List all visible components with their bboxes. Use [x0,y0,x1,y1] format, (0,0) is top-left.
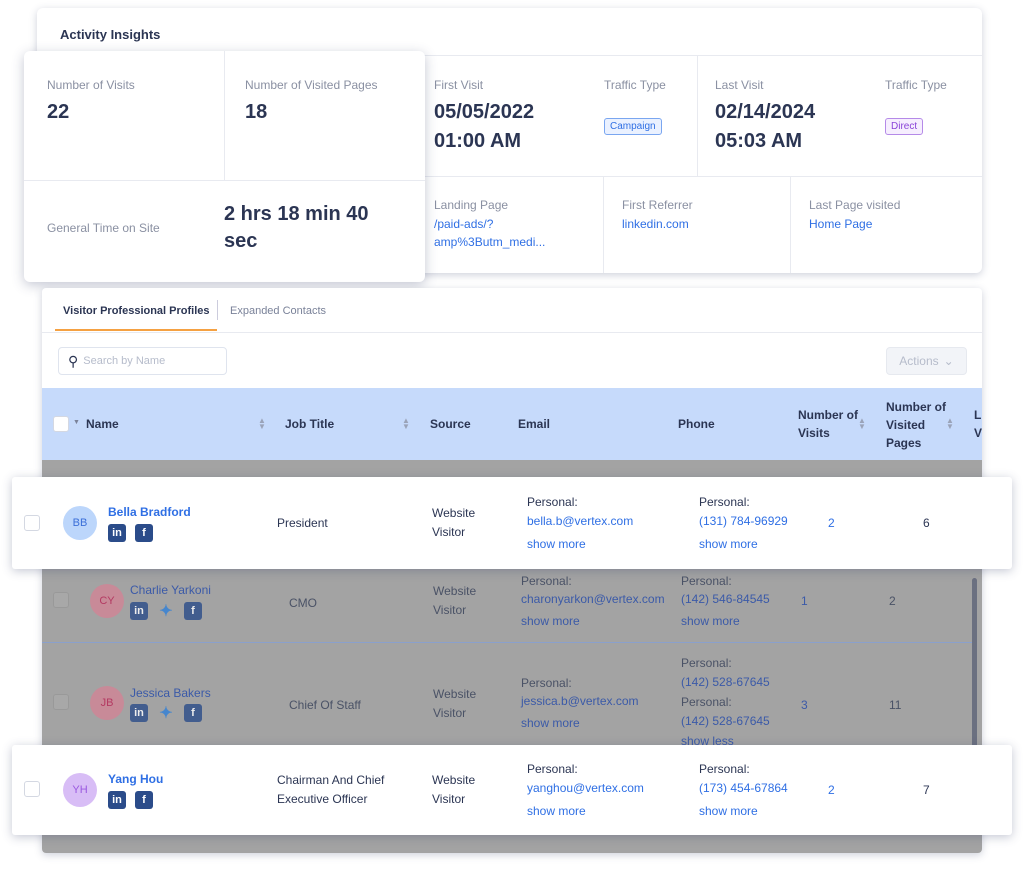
facebook-icon: f [184,704,202,722]
tab-expanded-contacts[interactable]: Expanded Contacts [230,305,326,317]
last-visit-date: 02/14/2024 [715,101,816,123]
table-row[interactable]: CY Charlie Yarkoni in ✦ f CMO Website Visi… [42,572,972,642]
time-on-site: 2 hrs 18 min 40 sec [224,203,369,252]
linkedin-icon[interactable]: in [108,791,126,809]
table-row[interactable]: JB Jessica Bakers in ✦ f Chief Of Staff We… [42,642,972,745]
traffic-badge-campaign: Campaign [604,118,662,135]
pages-count: 18 [245,101,268,123]
sort-icon: ▲ ▼ [946,416,954,431]
facebook-icon[interactable]: f [135,524,153,542]
search-input[interactable]: ⚲ Search by Name [58,347,227,375]
first-visit-time: 01:00 AM [434,130,522,152]
avatar: JB [90,686,124,720]
sort-icon: ▲ ▼ [402,416,410,431]
twitter-icon: ✦ [159,705,173,722]
sort-icon: ▲ ▼ [258,416,266,431]
contact-name[interactable]: Bella Bradford [108,505,191,519]
avatar: YH [63,773,97,807]
twitter-icon: ✦ [159,603,173,620]
avatar: CY [90,584,124,618]
linkedin-icon[interactable]: in [108,524,126,542]
contact-name[interactable]: Yang Hou [108,772,163,786]
table-row[interactable]: BB Bella Bradford in f President Website … [12,477,1012,569]
last-visit-time: 05:03 AM [715,130,803,152]
card-title: Activity Insights [60,27,161,42]
facebook-icon: f [184,602,202,620]
facebook-icon[interactable]: f [135,791,153,809]
linkedin-icon: in [130,602,148,620]
table-row[interactable]: YH Yang Hou in f Chairman And Chief Execu… [12,745,1012,835]
chevron-down-icon: ⌄ [943,354,954,368]
traffic-badge-direct: Direct [885,118,924,135]
select-all-checkbox[interactable] [53,416,69,432]
landing-page-link[interactable]: /paid-ads/? amp%3Butm_medi... [434,215,545,251]
first-referrer-link[interactable]: linkedin.com [622,215,689,233]
row-checkbox[interactable] [24,781,40,797]
row-checkbox[interactable] [24,515,40,531]
tab-visitor-profiles[interactable]: Visitor Professional Profiles [63,305,210,317]
visits-count: 22 [47,101,70,123]
sort-icon: ▲ ▼ [858,416,866,431]
last-page-link[interactable]: Home Page [809,215,872,233]
scrollbar[interactable] [972,578,977,748]
caret-down-icon: ▼ [73,419,80,426]
linkedin-icon: in [130,704,148,722]
visit-stats-card: Number of Visits 22 Number of Visited Pa… [24,51,425,282]
first-visit-date: 05/05/2022 [434,101,535,123]
actions-button[interactable]: Actions ⌄ [886,347,967,375]
avatar: BB [63,506,97,540]
table-header: ▼ Name ▲ ▼ Job Title ▲ ▼ Source Email Phon… [42,388,982,460]
search-icon: ⚲ [68,352,79,369]
